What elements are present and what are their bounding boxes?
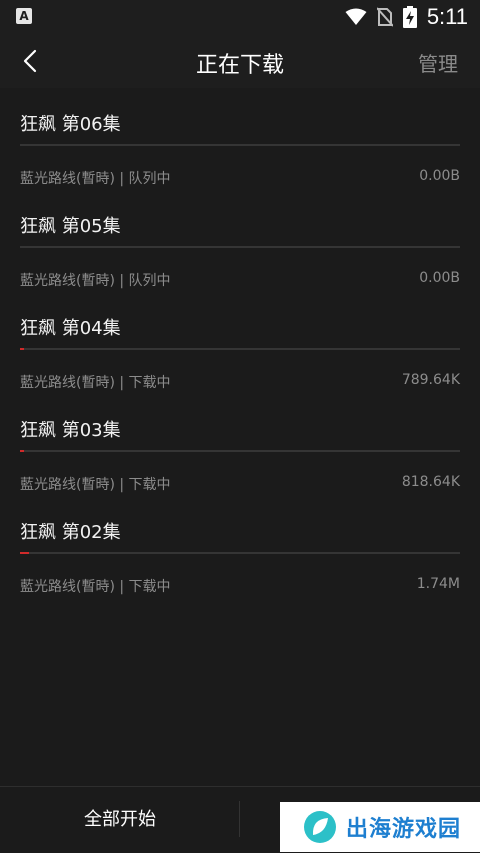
back-button[interactable] (16, 46, 46, 76)
download-size: 0.00B (419, 168, 460, 184)
app-header: 正在下载 管理 (0, 34, 480, 88)
notification-a-icon: A (16, 8, 32, 24)
download-status: 藍光路线(暫時) | 下载中 (20, 579, 171, 595)
progress-fill (20, 552, 29, 554)
episode-title: 狂飙 第03集 (20, 420, 121, 441)
download-item[interactable]: 狂飙 第02集 藍光路线(暫時) | 下载中 1.74M (0, 496, 480, 598)
progress-fill (20, 348, 25, 350)
download-size: 789.64K (401, 372, 460, 388)
progress-track (20, 348, 460, 350)
download-item[interactable]: 狂飙 第03集 藍光路线(暫時) | 下载中 818.64K (0, 394, 480, 496)
manage-button[interactable]: 管理 (418, 48, 458, 77)
download-item[interactable]: 狂飙 第05集 藍光路线(暫時) | 队列中 0.00B (0, 190, 480, 292)
download-size: 0.00B (419, 270, 460, 286)
download-status: 藍光路线(暫時) | 队列中 (20, 171, 171, 187)
page-title: 正在下载 (195, 53, 284, 78)
start-all-button[interactable]: 全部开始 (0, 787, 240, 853)
progress-track (20, 144, 460, 146)
watermark: 出海游戏园 (280, 802, 480, 852)
chevron-left-icon (23, 49, 37, 73)
watermark-logo-icon (304, 811, 336, 843)
episode-title: 狂飙 第04集 (20, 318, 121, 339)
clock: 5:11 (426, 4, 468, 29)
episode-title: 狂飙 第05集 (20, 216, 121, 237)
progress-track (20, 552, 460, 554)
status-bar: A 5:11 (0, 0, 480, 34)
progress-track (20, 450, 460, 452)
episode-title: 狂飙 第02集 (20, 522, 121, 543)
download-status: 藍光路线(暫時) | 下载中 (20, 477, 171, 493)
status-icons: 5:11 (345, 4, 468, 29)
battery-charging-icon (402, 6, 417, 28)
download-size: 818.64K (401, 474, 460, 490)
watermark-text: 出海游戏园 (346, 817, 462, 842)
progress-track (20, 246, 460, 248)
episode-title: 狂飙 第06集 (20, 114, 121, 135)
progress-fill (20, 450, 25, 452)
download-status: 藍光路线(暫時) | 队列中 (20, 273, 171, 289)
no-sim-icon (376, 7, 393, 27)
divider (239, 801, 240, 837)
download-item[interactable]: 狂飙 第06集 藍光路线(暫時) | 队列中 0.00B (0, 88, 480, 190)
download-status: 藍光路线(暫時) | 下载中 (20, 375, 171, 391)
wifi-icon (345, 8, 367, 25)
download-item[interactable]: 狂飙 第04集 藍光路线(暫時) | 下载中 789.64K (0, 292, 480, 394)
download-list: 狂飙 第06集 藍光路线(暫時) | 队列中 0.00B 狂飙 第05集 藍光路… (0, 88, 480, 598)
download-size: 1.74M (416, 576, 460, 592)
